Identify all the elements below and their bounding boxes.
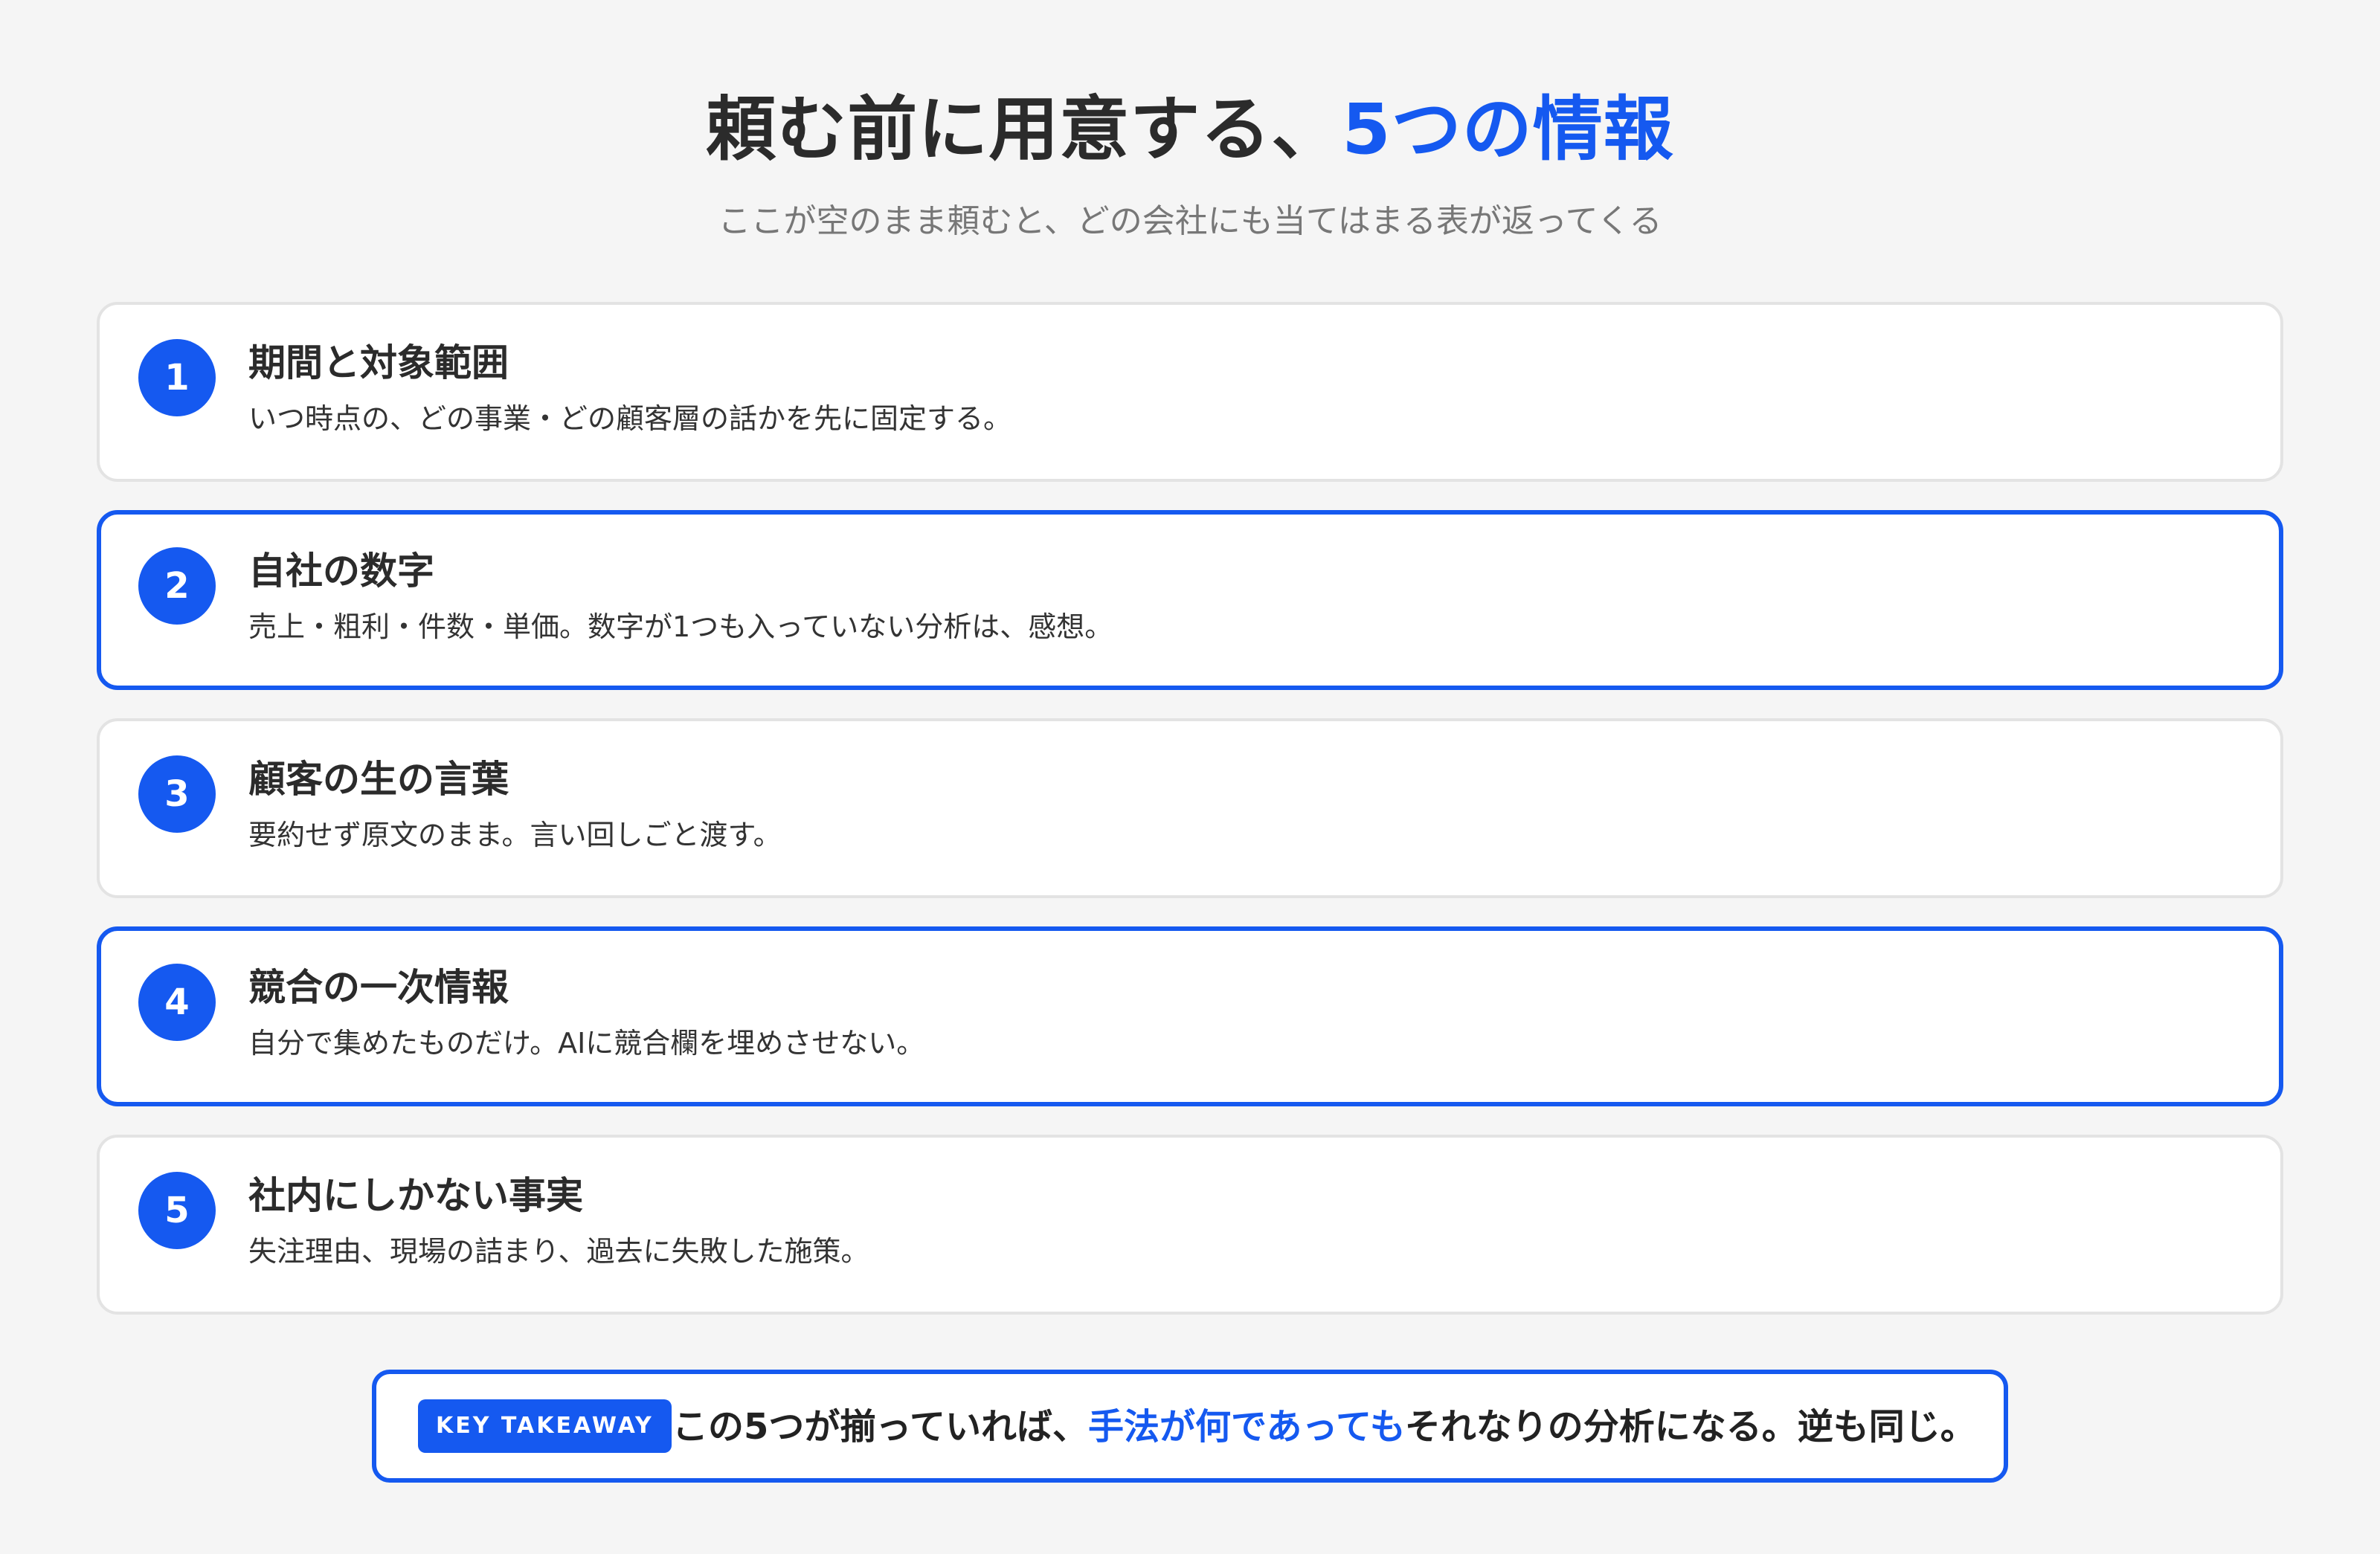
- card-description: 自分で集めたものだけ。AIに競合欄を埋めさせない。: [248, 1027, 925, 1060]
- info-card-5: 5 社内にしかない事実 失注理由、現場の詰まり、過去に失敗した施策。: [97, 1135, 2283, 1315]
- takeaway-text-before: この5つが揃っていれば、: [672, 1406, 1088, 1448]
- takeaway-text-accent: 手法が何であっても: [1088, 1406, 1405, 1448]
- card-title: 競合の一次情報: [248, 966, 509, 1009]
- card-description: 失注理由、現場の詰まり、過去に失敗した施策。: [248, 1235, 869, 1268]
- page-title-accent: 5つの情報: [1342, 89, 1674, 170]
- info-card-2: 2 自社の数字 売上・粗利・件数・単価。数字が1つも入っていない分析は、感想。: [97, 510, 2283, 690]
- key-takeaway-badge: KEY TAKEAWAY: [418, 1399, 672, 1453]
- card-title: 顧客の生の言葉: [248, 758, 509, 801]
- number-badge: 2: [138, 547, 216, 625]
- info-list: 1 期間と対象範囲 いつ時点の、どの事業・どの顧客層の話かを先に固定する。 2 …: [97, 302, 2283, 1343]
- page-subtitle: ここが空のまま頼むと、どの会社にも当てはまる表が返ってくる: [718, 202, 1662, 240]
- takeaway-text-after: それなりの分析になる。逆も同じ。: [1404, 1406, 1976, 1448]
- key-takeaway-box: KEY TAKEAWAY この5つが揃っていれば、手法が何であってもそれなりの分…: [372, 1370, 2008, 1483]
- card-description: いつ時点の、どの事業・どの顧客層の話かを先に固定する。: [248, 402, 1012, 435]
- page-title: 頼む前に用意する、5つの情報: [0, 82, 2380, 178]
- card-title: 期間と対象範囲: [248, 341, 509, 384]
- info-card-4: 4 競合の一次情報 自分で集めたものだけ。AIに競合欄を埋めさせない。: [97, 926, 2283, 1106]
- page-title-main: 頼む前に用意する、: [706, 89, 1342, 170]
- info-card-3: 3 顧客の生の言葉 要約せず原文のまま。言い回しごと渡す。: [97, 718, 2283, 898]
- card-description: 売上・粗利・件数・単価。数字が1つも入っていない分析は、感想。: [248, 610, 1113, 643]
- number-badge: 4: [138, 964, 216, 1041]
- key-takeaway-text: この5つが揃っていれば、手法が何であってもそれなりの分析になる。逆も同じ。: [672, 1401, 1976, 1453]
- card-title: 社内にしかない事実: [248, 1174, 583, 1217]
- card-description: 要約せず原文のまま。言い回しごと渡す。: [248, 819, 782, 851]
- number-badge: 3: [138, 755, 216, 833]
- number-badge: 1: [138, 339, 216, 416]
- header: 頼む前に用意する、5つの情報 ここが空のまま頼むと、どの会社にも当てはまる表が返…: [0, 82, 2380, 244]
- card-title: 自社の数字: [248, 549, 434, 593]
- number-badge: 5: [138, 1172, 216, 1249]
- info-card-1: 1 期間と対象範囲 いつ時点の、どの事業・どの顧客層の話かを先に固定する。: [97, 302, 2283, 482]
